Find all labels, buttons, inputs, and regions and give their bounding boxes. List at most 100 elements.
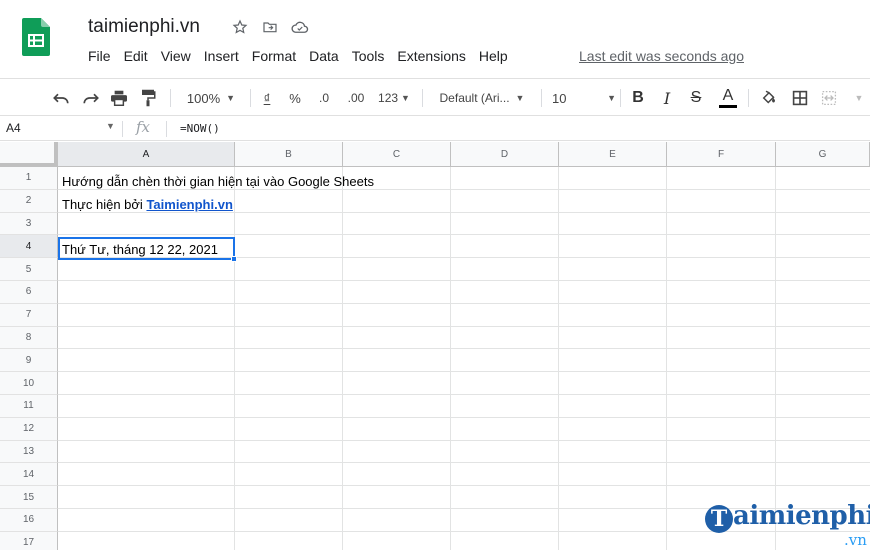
zoom-select[interactable]: 100% ▼ bbox=[180, 87, 242, 109]
fill-color-icon[interactable] bbox=[758, 87, 780, 109]
row-gridline bbox=[58, 439, 870, 441]
watermark-text: aimienphi bbox=[733, 501, 870, 531]
star-icon[interactable] bbox=[229, 16, 251, 38]
menu-data[interactable]: Data bbox=[309, 48, 339, 64]
column-header-a[interactable]: A bbox=[58, 142, 235, 167]
column-gridline bbox=[558, 167, 559, 550]
menu-format[interactable]: Format bbox=[252, 48, 296, 64]
watermark-logo-icon: T bbox=[705, 505, 733, 533]
formula-separator bbox=[122, 121, 123, 137]
chevron-down-icon: ▼ bbox=[607, 93, 616, 103]
increase-decimal-button[interactable]: .00 bbox=[343, 87, 369, 109]
more-formats-label: 123 bbox=[378, 91, 399, 105]
menu-help[interactable]: Help bbox=[479, 48, 508, 64]
cell-a2[interactable]: Thực hiện bởi Taimienphi.vn bbox=[62, 197, 233, 212]
more-formats-select[interactable]: 123 ▼ bbox=[374, 87, 414, 109]
row-header-13[interactable]: 13 bbox=[0, 440, 58, 464]
row-header-7[interactable]: 7 bbox=[0, 303, 58, 327]
merge-cells-icon[interactable] bbox=[818, 87, 840, 109]
strikethrough-button[interactable]: S bbox=[686, 87, 706, 109]
chevron-down-icon: ▼ bbox=[854, 93, 864, 103]
row-header-17[interactable]: 17 bbox=[0, 531, 58, 550]
formula-bar: A4 ▼ fx =NOW() bbox=[0, 117, 870, 141]
currency-format-button[interactable]: ₫ bbox=[258, 87, 276, 109]
row-gridline bbox=[58, 234, 870, 236]
row-header-8[interactable]: 8 bbox=[0, 326, 58, 350]
menu-bar: File Edit View Insert Format Data Tools … bbox=[88, 48, 521, 64]
print-icon[interactable] bbox=[108, 87, 130, 109]
menu-edit[interactable]: Edit bbox=[124, 48, 148, 64]
paint-format-icon[interactable] bbox=[137, 87, 159, 109]
row-header-9[interactable]: 9 bbox=[0, 349, 58, 373]
sheets-logo-icon[interactable] bbox=[22, 18, 50, 56]
cell-a1[interactable]: Hướng dẫn chèn thời gian hiện tại vào Go… bbox=[62, 174, 374, 189]
menu-insert[interactable]: Insert bbox=[204, 48, 239, 64]
toolbar-separator bbox=[170, 89, 171, 107]
font-size-select[interactable]: 10 ▼ bbox=[552, 87, 616, 109]
column-gridline bbox=[234, 167, 235, 550]
formula-input[interactable]: =NOW() bbox=[180, 122, 220, 135]
chevron-down-icon: ▼ bbox=[401, 93, 410, 103]
toolbar-separator bbox=[620, 89, 621, 107]
zoom-value: 100% bbox=[186, 90, 221, 106]
row-header-5[interactable]: 5 bbox=[0, 258, 58, 281]
column-gridline bbox=[775, 167, 776, 550]
menu-extensions[interactable]: Extensions bbox=[397, 48, 465, 64]
decrease-decimal-button[interactable]: .0 bbox=[313, 87, 335, 109]
row-header-10[interactable]: 10 bbox=[0, 372, 58, 395]
taimienphi-link[interactable]: Taimienphi.vn bbox=[146, 197, 232, 212]
column-header-c[interactable]: C bbox=[343, 142, 451, 167]
row-header-11[interactable]: 11 bbox=[0, 395, 58, 418]
select-all-corner[interactable] bbox=[0, 142, 58, 167]
fx-icon: fx bbox=[136, 118, 151, 136]
merge-dropdown[interactable]: ▼ bbox=[852, 87, 866, 109]
last-edit-link[interactable]: Last edit was seconds ago bbox=[579, 48, 744, 64]
move-folder-icon[interactable] bbox=[259, 16, 281, 38]
row-header-14[interactable]: 14 bbox=[0, 463, 58, 487]
text-color-swatch bbox=[719, 105, 737, 108]
row-header-16[interactable]: 16 bbox=[0, 509, 58, 532]
column-gridline bbox=[450, 167, 451, 550]
cloud-status-icon[interactable] bbox=[289, 16, 311, 38]
menu-tools[interactable]: Tools bbox=[352, 48, 385, 64]
bold-button[interactable]: B bbox=[628, 87, 648, 109]
toolbar-separator bbox=[748, 89, 749, 107]
row-header-3[interactable]: 3 bbox=[0, 212, 58, 236]
column-header-e[interactable]: E bbox=[559, 142, 667, 167]
row-header-4[interactable]: 4 bbox=[0, 235, 58, 259]
row-header-15[interactable]: 15 bbox=[0, 486, 58, 509]
row-header-12[interactable]: 12 bbox=[0, 417, 58, 441]
document-title[interactable]: taimienphi.vn bbox=[88, 16, 200, 38]
row-header-1[interactable]: 1 bbox=[0, 167, 58, 190]
chevron-down-icon[interactable]: ▼ bbox=[106, 121, 115, 131]
row-gridline bbox=[58, 394, 870, 395]
column-header-b[interactable]: B bbox=[235, 142, 343, 167]
chevron-down-icon: ▼ bbox=[515, 93, 525, 103]
column-header-g[interactable]: G bbox=[776, 142, 870, 167]
toolbar-separator bbox=[250, 89, 251, 107]
row-gridline bbox=[58, 280, 870, 281]
percent-format-button[interactable]: % bbox=[285, 87, 305, 109]
fill-handle[interactable] bbox=[231, 256, 237, 262]
text-color-button[interactable]: A bbox=[716, 87, 740, 109]
font-family-select[interactable]: Default (Ari... ▼ bbox=[432, 87, 532, 109]
text-color-glyph: A bbox=[722, 87, 734, 104]
name-box[interactable]: A4 bbox=[6, 121, 21, 135]
spreadsheet-grid: ABCDEFG 1 2 3 4 5 6 7 8 9 10 11 12 13 14 15 16 17 Hướng … bbox=[0, 142, 870, 550]
italic-button[interactable]: I bbox=[657, 87, 677, 109]
chevron-down-icon: ▼ bbox=[226, 93, 236, 103]
undo-icon[interactable] bbox=[50, 87, 72, 109]
column-header-f[interactable]: F bbox=[667, 142, 776, 167]
column-header-d[interactable]: D bbox=[451, 142, 559, 167]
formula-separator bbox=[166, 121, 167, 137]
font-family-value: Default (Ari... bbox=[439, 91, 510, 105]
redo-icon[interactable] bbox=[80, 87, 102, 109]
borders-icon[interactable] bbox=[789, 87, 811, 109]
row-header-2[interactable]: 2 bbox=[0, 189, 58, 213]
menu-view[interactable]: View bbox=[161, 48, 191, 64]
toolbar-separator bbox=[422, 89, 423, 107]
row-header-6[interactable]: 6 bbox=[0, 281, 58, 304]
menu-file[interactable]: File bbox=[88, 48, 111, 64]
column-gridline bbox=[342, 167, 343, 550]
row-gridline bbox=[58, 302, 870, 304]
